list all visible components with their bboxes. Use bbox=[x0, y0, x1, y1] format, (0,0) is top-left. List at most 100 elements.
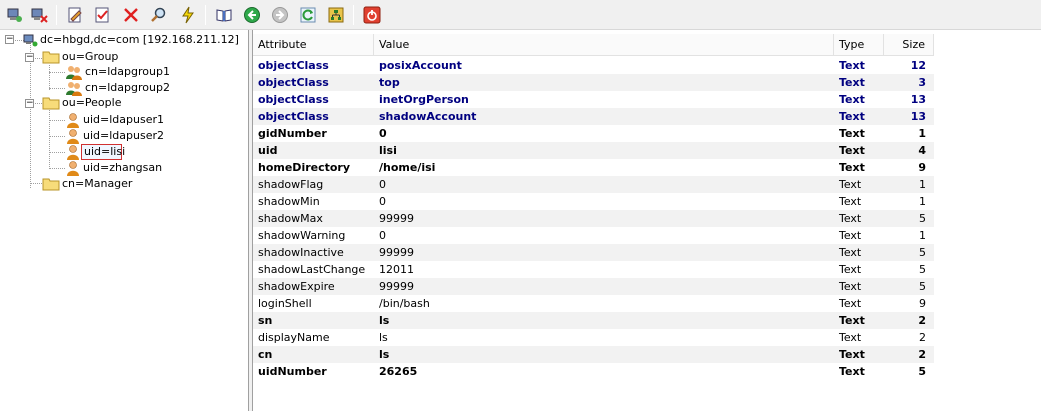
column-header-value[interactable]: Value bbox=[374, 34, 834, 56]
value-cell: 0 bbox=[379, 178, 386, 191]
tree-view-icon[interactable] bbox=[325, 4, 347, 26]
tree-node-zhangsan[interactable]: uid=zhangsan bbox=[65, 160, 164, 176]
attribute-cell: uidNumber bbox=[258, 365, 327, 378]
table-row[interactable]: shadowFlag 0 Text 1 bbox=[253, 176, 934, 193]
table-row[interactable]: shadowWarning 0 Text 1 bbox=[253, 227, 934, 244]
attribute-cell: objectClass bbox=[258, 59, 329, 72]
column-header-type[interactable]: Type bbox=[834, 34, 884, 56]
tree-label: uid=ldapuser2 bbox=[83, 129, 164, 142]
size-cell: 5 bbox=[919, 212, 926, 225]
tree-label-people: ou=People bbox=[62, 96, 122, 109]
back-icon[interactable] bbox=[241, 4, 263, 26]
book-icon[interactable] bbox=[213, 4, 235, 26]
tree-root-label: dc=hbgd,dc=com [192.168.211.12] bbox=[40, 33, 239, 46]
power-icon[interactable] bbox=[361, 4, 383, 26]
type-cell: Text bbox=[839, 178, 862, 191]
tree-label: uid=ldapuser1 bbox=[83, 113, 164, 126]
table-row[interactable]: sn ls Text 2 bbox=[253, 312, 934, 329]
size-cell: 13 bbox=[910, 110, 926, 123]
table-row[interactable]: objectClass posixAccount Text 12 bbox=[253, 57, 934, 74]
table-row[interactable]: uid lisi Text 4 bbox=[253, 142, 934, 159]
value-cell: 0 bbox=[379, 195, 386, 208]
tree-node-ldapuser2[interactable]: uid=ldapuser2 bbox=[65, 128, 166, 144]
table-row[interactable]: objectClass shadowAccount Text 13 bbox=[253, 108, 934, 125]
save-entry-icon[interactable] bbox=[91, 4, 113, 26]
forward-icon[interactable] bbox=[269, 4, 291, 26]
tree-node-group[interactable]: ou=Group bbox=[42, 49, 120, 65]
tree-label-group: ou=Group bbox=[62, 50, 119, 63]
size-cell: 2 bbox=[919, 331, 926, 344]
value-cell: 99999 bbox=[379, 212, 414, 225]
attribute-cell: objectClass bbox=[258, 110, 329, 123]
table-row[interactable]: shadowMin 0 Text 1 bbox=[253, 193, 934, 210]
type-cell: Text bbox=[839, 127, 865, 140]
type-cell: Text bbox=[839, 348, 865, 361]
table-row[interactable]: objectClass inetOrgPerson Text 13 bbox=[253, 91, 934, 108]
tree-node-ldapgroup2[interactable]: cn=ldapgroup2 bbox=[65, 80, 172, 96]
tree-node-ldapgroup1[interactable]: cn=ldapgroup1 bbox=[65, 64, 172, 80]
tree-node-manager[interactable]: cn=Manager bbox=[42, 176, 134, 192]
toolbar bbox=[0, 0, 1041, 30]
attribute-cell: sn bbox=[258, 314, 273, 327]
tree-label-selected: uid=lisi bbox=[81, 144, 125, 160]
value-cell: 12011 bbox=[379, 263, 414, 276]
table-row[interactable]: shadowInactive 99999 Text 5 bbox=[253, 244, 934, 261]
tree-node-ldapuser1[interactable]: uid=ldapuser1 bbox=[65, 112, 166, 128]
table-row[interactable]: shadowExpire 99999 Text 5 bbox=[253, 278, 934, 295]
value-cell: 0 bbox=[379, 229, 386, 242]
attribute-cell: shadowMax bbox=[258, 212, 323, 225]
table-row[interactable]: shadowLastChange 12011 Text 5 bbox=[253, 261, 934, 278]
folder-icon bbox=[42, 178, 60, 191]
tree-node-lisi-selected[interactable]: uid=lisi bbox=[65, 144, 125, 160]
value-cell: posixAccount bbox=[379, 59, 462, 72]
attribute-cell: cn bbox=[258, 348, 273, 361]
value-cell: inetOrgPerson bbox=[379, 93, 469, 106]
size-cell: 1 bbox=[918, 127, 926, 140]
user-icon bbox=[67, 113, 79, 128]
connect-icon[interactable] bbox=[4, 4, 26, 26]
group-icon bbox=[66, 66, 82, 80]
column-header-size[interactable]: Size bbox=[884, 34, 934, 56]
tree-label: cn=ldapgroup2 bbox=[85, 81, 170, 94]
delete-icon[interactable] bbox=[120, 4, 142, 26]
refresh-icon[interactable] bbox=[297, 4, 319, 26]
tree-label: cn=ldapgroup1 bbox=[85, 65, 170, 78]
group-icon bbox=[66, 82, 82, 96]
user-icon bbox=[67, 161, 79, 176]
type-cell: Text bbox=[839, 195, 862, 208]
attribute-cell: shadowWarning bbox=[258, 229, 346, 242]
attribute-cell: shadowExpire bbox=[258, 280, 335, 293]
table-row[interactable]: loginShell/bin/bash Text 9 bbox=[253, 295, 934, 312]
disconnect-icon[interactable] bbox=[28, 4, 50, 26]
tree-node-people[interactable]: ou=People bbox=[42, 95, 123, 111]
tree-root-node[interactable]: dc=hbgd,dc=com [192.168.211.12] bbox=[22, 32, 241, 48]
table-row[interactable]: gidNumber 0 Text 1 bbox=[253, 125, 934, 142]
type-cell: Text bbox=[839, 161, 865, 174]
group-expand-toggle[interactable]: − bbox=[25, 53, 34, 62]
column-header-attribute[interactable]: Attribute bbox=[253, 34, 374, 56]
attribute-cell: gidNumber bbox=[258, 127, 327, 140]
user-icon bbox=[67, 129, 79, 144]
value-cell: 99999 bbox=[379, 246, 414, 259]
search-icon[interactable] bbox=[148, 4, 170, 26]
attribute-cell: shadowInactive bbox=[258, 246, 344, 259]
type-cell: Text bbox=[839, 93, 865, 106]
table-header: Attribute Value Type Size bbox=[253, 34, 934, 56]
size-cell: 2 bbox=[918, 348, 926, 361]
table-row[interactable]: shadowMax 99999 Text 5 bbox=[253, 210, 934, 227]
table-row[interactable]: objectClass top Text 3 bbox=[253, 74, 934, 91]
people-expand-toggle[interactable]: − bbox=[25, 99, 34, 108]
root-expand-toggle[interactable]: − bbox=[5, 35, 14, 44]
size-cell: 1 bbox=[919, 195, 926, 208]
execute-icon[interactable] bbox=[177, 4, 199, 26]
type-cell: Text bbox=[839, 331, 862, 344]
table-row[interactable]: uidNumber 26265 Text 5 bbox=[253, 363, 934, 380]
edit-entry-icon[interactable] bbox=[64, 4, 86, 26]
size-cell: 1 bbox=[919, 229, 926, 242]
value-cell: shadowAccount bbox=[379, 110, 477, 123]
table-row[interactable]: displayName ls Text 2 bbox=[253, 329, 934, 346]
attribute-cell: displayName bbox=[258, 331, 330, 344]
table-row[interactable]: homeDirectory/home/isi Text 9 bbox=[253, 159, 934, 176]
type-cell: Text bbox=[839, 297, 862, 310]
table-row[interactable]: cn ls Text 2 bbox=[253, 346, 934, 363]
